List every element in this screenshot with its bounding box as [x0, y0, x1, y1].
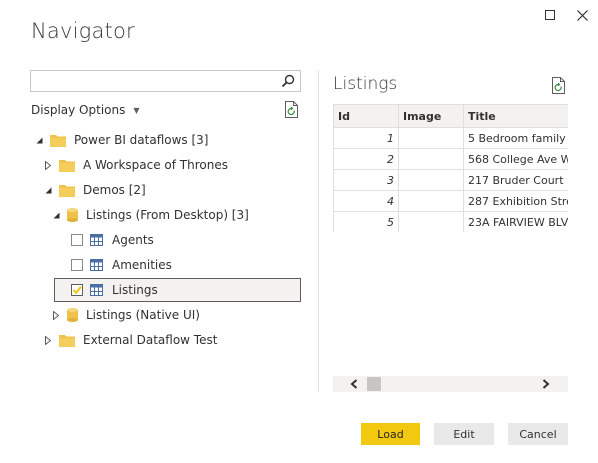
search-box [30, 70, 301, 92]
folder-icon [59, 159, 75, 172]
cell-image [398, 190, 464, 212]
panel-divider [318, 70, 319, 392]
tree-item-label: Agents [112, 233, 154, 247]
cancel-button[interactable]: Cancel [508, 423, 568, 445]
cell-image [398, 148, 464, 170]
maximize-button[interactable] [536, 2, 564, 28]
expanded-arrow-icon[interactable] [43, 185, 53, 195]
scrollbar-thumb[interactable] [367, 377, 381, 391]
preview-title: Listings [333, 74, 398, 94]
cell-title: 5 Bedroom family ho [463, 127, 568, 149]
refresh-document-icon [552, 77, 565, 94]
table-icon [90, 234, 103, 246]
database-icon [67, 308, 78, 322]
amenities-checkbox[interactable] [71, 259, 83, 271]
tree-item-external-dataflow-test[interactable]: External Dataflow Test [43, 328, 217, 352]
tree-item-listings-from-desktop[interactable]: Listings (From Desktop) [3] [51, 203, 249, 227]
cell-title: 287 Exhibition Street [463, 190, 568, 212]
cell-id: 4 [333, 190, 399, 212]
refresh-document-icon [285, 101, 298, 118]
cell-id: 3 [333, 169, 399, 191]
edit-button[interactable]: Edit [434, 423, 494, 445]
chevron-down-icon: ▼ [133, 105, 140, 115]
display-options-label: Display Options [31, 103, 126, 117]
collapsed-arrow-icon[interactable] [43, 160, 53, 170]
table-row: 5 23A FAIRVIEW BLVD [333, 211, 568, 232]
tree-item-label: Demos [2] [83, 183, 146, 197]
table-row: 3 217 Bruder Court [333, 169, 568, 191]
preview-refresh-button[interactable] [551, 77, 567, 99]
tree-item-label: Listings (From Desktop) [3] [86, 208, 249, 222]
table-icon [90, 259, 103, 271]
column-header-image[interactable]: Image [398, 104, 464, 128]
horizontal-scrollbar[interactable] [333, 376, 568, 392]
cell-title: 568 College Ave W [463, 148, 568, 170]
maximize-icon [545, 10, 555, 20]
expanded-arrow-icon[interactable] [34, 135, 44, 145]
cell-id: 5 [333, 211, 399, 232]
display-options-dropdown[interactable]: Display Options ▼ [31, 103, 140, 117]
cell-id: 1 [333, 127, 399, 149]
column-header-id[interactable]: Id [333, 104, 399, 128]
table-row: 1 5 Bedroom family ho [333, 127, 568, 149]
tree-item-power-bi-dataflows[interactable]: Power BI dataflows [3] [34, 128, 209, 152]
tree-item-amenities[interactable]: Amenities [71, 253, 172, 277]
cell-id: 2 [333, 148, 399, 170]
database-icon [67, 208, 78, 222]
search-input[interactable] [31, 72, 288, 92]
folder-icon [59, 334, 75, 347]
expanded-arrow-icon[interactable] [51, 210, 61, 220]
refresh-button[interactable] [284, 101, 300, 123]
scroll-left-arrow-icon[interactable] [347, 378, 361, 390]
search-icon[interactable] [281, 74, 295, 88]
agents-checkbox[interactable] [71, 234, 83, 246]
cell-image [398, 211, 464, 232]
collapsed-arrow-icon[interactable] [43, 335, 53, 345]
close-icon [576, 9, 588, 21]
preview-table: Id Image Title 1 5 Bedroom family ho 2 5… [333, 104, 568, 232]
cell-title: 217 Bruder Court [463, 169, 568, 191]
tree-item-agents[interactable]: Agents [71, 228, 154, 252]
table-header-row: Id Image Title [333, 104, 568, 128]
table-row: 2 568 College Ave W [333, 148, 568, 170]
tree-item-label: Listings [112, 283, 158, 297]
tree-item-label: A Workspace of Thrones [83, 158, 228, 172]
folder-icon [59, 184, 75, 197]
cell-image [398, 127, 464, 149]
tree-item-label: External Dataflow Test [83, 333, 218, 347]
collapsed-arrow-icon[interactable] [51, 310, 61, 320]
tree-item-workspace-of-thrones[interactable]: A Workspace of Thrones [43, 153, 228, 177]
close-button[interactable] [568, 2, 596, 28]
listings-checkbox[interactable] [71, 284, 83, 296]
table-row: 4 287 Exhibition Street [333, 190, 568, 212]
tree-item-label: Amenities [112, 258, 172, 272]
scroll-right-arrow-icon[interactable] [539, 378, 553, 390]
tree-item-listings[interactable]: Listings [71, 278, 158, 302]
cell-image [398, 169, 464, 191]
column-header-title[interactable]: Title [463, 104, 568, 128]
table-icon [90, 284, 103, 296]
load-button[interactable]: Load [361, 423, 420, 445]
tree-item-demos[interactable]: Demos [2] [43, 178, 146, 202]
folder-icon [50, 134, 66, 147]
tree-item-label: Power BI dataflows [3] [74, 133, 209, 147]
cell-title: 23A FAIRVIEW BLVD [463, 211, 568, 232]
tree-item-label: Listings (Native UI) [86, 308, 200, 322]
tree-item-listings-native-ui[interactable]: Listings (Native UI) [51, 303, 200, 327]
checkmark-icon [72, 286, 82, 295]
dialog-title: Navigator [31, 19, 135, 43]
